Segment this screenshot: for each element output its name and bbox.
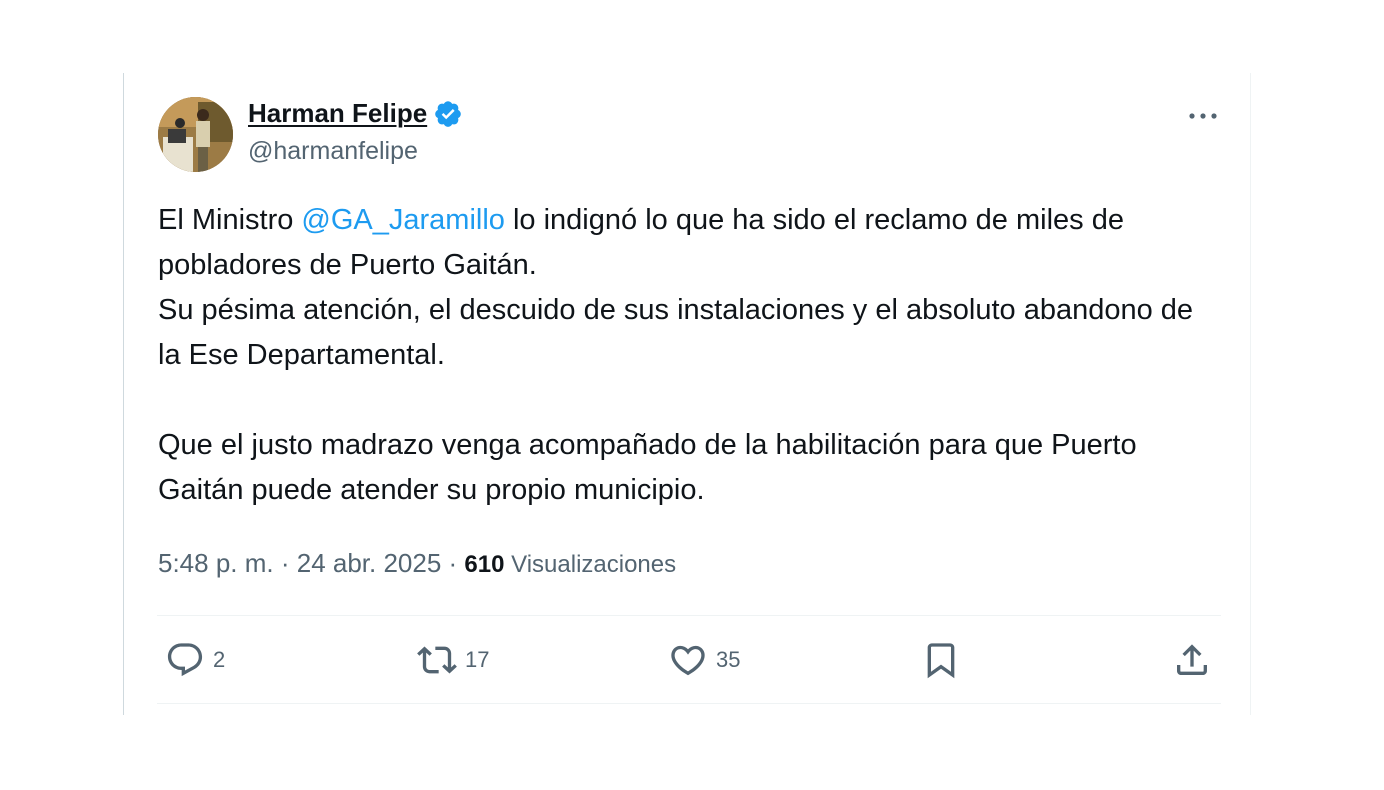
tweet-text: El Ministro @GA_Jaramillo lo indignó lo … [158, 198, 1218, 513]
avatar-image [158, 97, 233, 172]
share-icon [1177, 644, 1207, 675]
mention-link[interactable]: @GA_Jaramillo [301, 204, 505, 236]
bookmark-button[interactable] [921, 640, 961, 680]
retweet-icon [417, 646, 457, 674]
tweet-actions-bar: 2 17 35 [157, 622, 1221, 702]
tweet-date[interactable]: 24 abr. 2025 [297, 548, 442, 579]
tweet-time[interactable]: 5:48 p. m. [158, 548, 274, 579]
share-button[interactable] [1172, 640, 1212, 680]
author-avatar[interactable] [158, 97, 233, 172]
tweet-meta: 5:48 p. m. · 24 abr. 2025 · 610 Visualiz… [158, 548, 676, 579]
divider-top [157, 615, 1221, 616]
author-name-row: Harman Felipe [248, 98, 463, 129]
retweet-count: 17 [465, 647, 490, 672]
more-options-icon[interactable] [1184, 100, 1222, 132]
retweet-button[interactable]: 17 [417, 640, 489, 680]
tweet-paragraph-2: Su pésima atención, el descuido de sus i… [158, 294, 1194, 371]
bookmark-icon [927, 643, 955, 679]
tweet-text-part: El Ministro [158, 204, 302, 236]
author-handle[interactable]: @harmanfelipe [248, 137, 418, 166]
tweet-paragraph-1: El Ministro @GA_Jaramillo lo indignó lo … [158, 198, 1218, 288]
heart-icon [671, 645, 705, 676]
views-count[interactable]: 610 [464, 551, 504, 579]
verified-badge-icon [433, 99, 463, 129]
divider-bottom [157, 703, 1221, 704]
like-count: 35 [716, 647, 741, 672]
reply-button[interactable]: 2 [165, 640, 225, 680]
reply-count: 2 [213, 647, 226, 672]
tweet-paragraph-3: Que el justo madrazo venga acompañado de… [158, 429, 1137, 506]
views-label: Visualizaciones [504, 551, 677, 578]
meta-separator: · [273, 548, 297, 578]
like-button[interactable]: 35 [668, 640, 740, 680]
reply-icon [167, 643, 203, 677]
meta-separator: · [441, 548, 465, 578]
author-name[interactable]: Harman Felipe [248, 98, 427, 129]
